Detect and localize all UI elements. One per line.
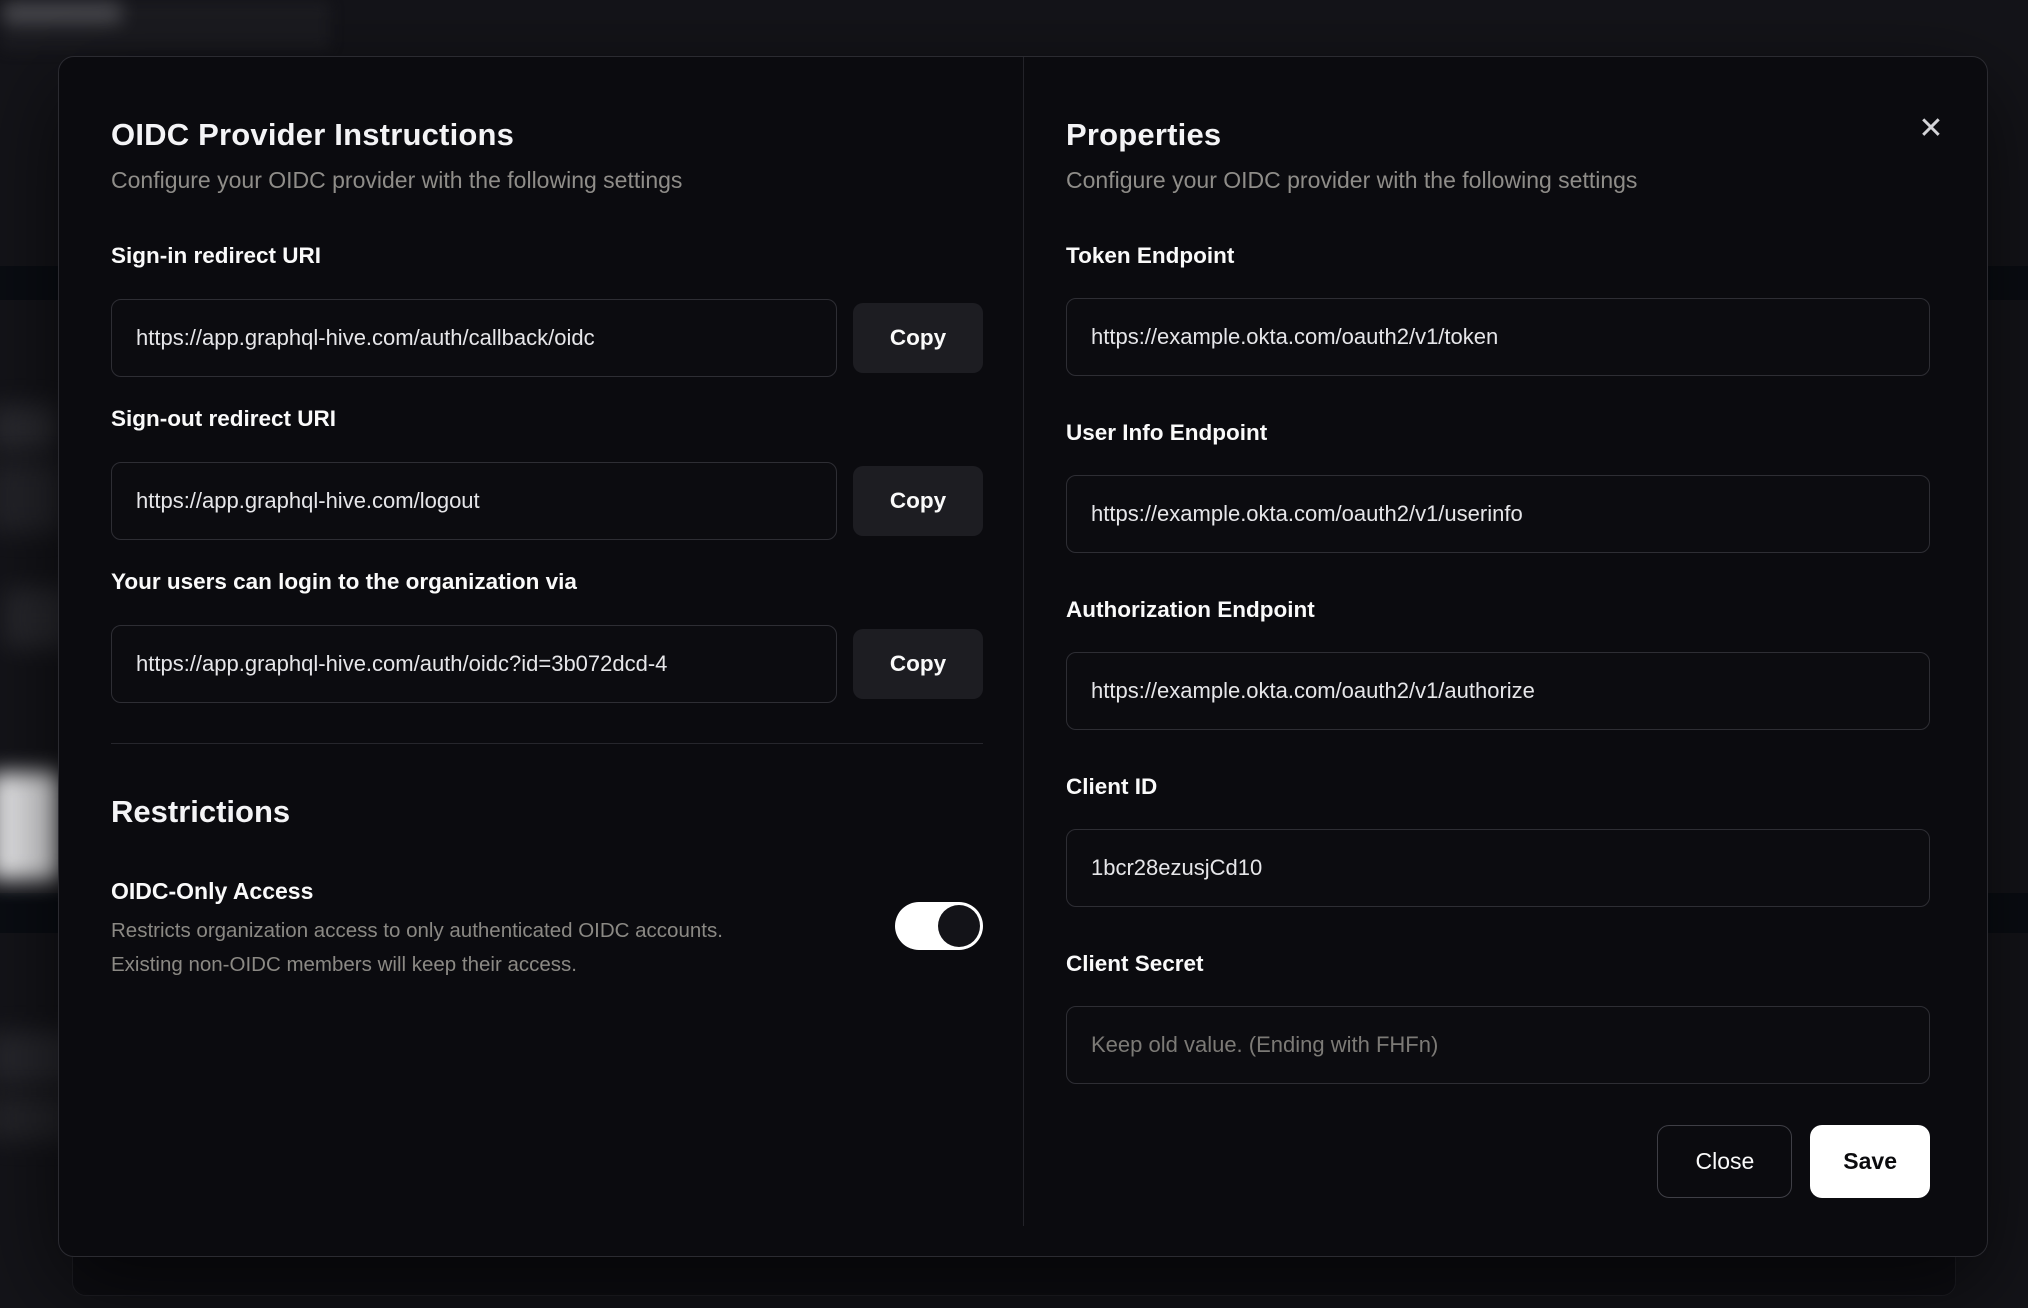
client-secret-label: Client Secret [1066,951,1204,976]
authorization-endpoint-row [1066,652,1930,730]
login-url-label: Your users can login to the organization… [111,569,577,594]
login-url-input[interactable] [111,625,837,703]
oidc-only-access-description: Restricts organization access to only au… [111,914,723,982]
background-artifact [0,405,58,451]
sign-in-redirect-uri-row: Copy [111,299,983,377]
properties-subtitle: Configure your OIDC provider with the fo… [1066,167,1638,193]
properties-title: Properties [1066,117,1222,152]
client-id-input[interactable] [1066,829,1930,907]
description-line-2: Existing non-OIDC members will keep thei… [111,953,577,976]
client-id-label: Client ID [1066,774,1158,799]
token-endpoint-row [1066,298,1930,376]
instructions-subtitle: Configure your OIDC provider with the fo… [111,167,683,193]
oidc-only-access-info: OIDC-Only Access Restricts organization … [111,876,723,982]
copy-login-url-button[interactable]: Copy [853,629,983,699]
oidc-only-access-label: OIDC-Only Access [111,878,314,904]
authorization-endpoint-input[interactable] [1066,652,1930,730]
close-button[interactable]: Close [1657,1125,1793,1198]
copy-sign-out-uri-button[interactable]: Copy [853,466,983,536]
properties-panel: Properties Configure your OIDC provider … [1024,57,1987,1256]
sign-out-redirect-uri-label: Sign-out redirect URI [111,406,337,431]
description-line-1: Restricts organization access to only au… [111,919,723,942]
background-artifact [0,462,64,532]
client-secret-row [1066,1006,1930,1084]
oidc-provider-dialog: ✕ OIDC Provider Instructions Configure y… [58,56,1988,1257]
toggle-thumb [938,905,980,947]
instructions-panel: OIDC Provider Instructions Configure you… [59,57,1023,1256]
authorization-endpoint-label: Authorization Endpoint [1066,597,1315,622]
token-endpoint-label: Token Endpoint [1066,243,1235,268]
sign-in-redirect-uri-input[interactable] [111,299,837,377]
user-info-endpoint-label: User Info Endpoint [1066,420,1268,445]
login-url-row: Copy [111,625,983,703]
user-info-endpoint-row [1066,475,1930,553]
user-info-endpoint-input[interactable] [1066,475,1930,553]
instructions-title: OIDC Provider Instructions [111,117,515,152]
section-divider [111,743,983,744]
oidc-only-access-row: OIDC-Only Access Restricts organization … [111,876,983,982]
background-artifact [2,2,122,24]
dialog-footer: Close Save [1066,1125,1930,1198]
sign-in-redirect-uri-label: Sign-in redirect URI [111,243,322,268]
sign-out-redirect-uri-input[interactable] [111,462,837,540]
oidc-only-access-toggle[interactable] [895,902,983,950]
restrictions-heading: Restrictions [111,794,291,829]
sign-out-redirect-uri-row: Copy [111,462,983,540]
save-button[interactable]: Save [1810,1125,1930,1198]
client-id-row [1066,829,1930,907]
client-secret-input[interactable] [1066,1006,1930,1084]
background-artifact [0,772,60,880]
token-endpoint-input[interactable] [1066,298,1930,376]
copy-sign-in-uri-button[interactable]: Copy [853,303,983,373]
